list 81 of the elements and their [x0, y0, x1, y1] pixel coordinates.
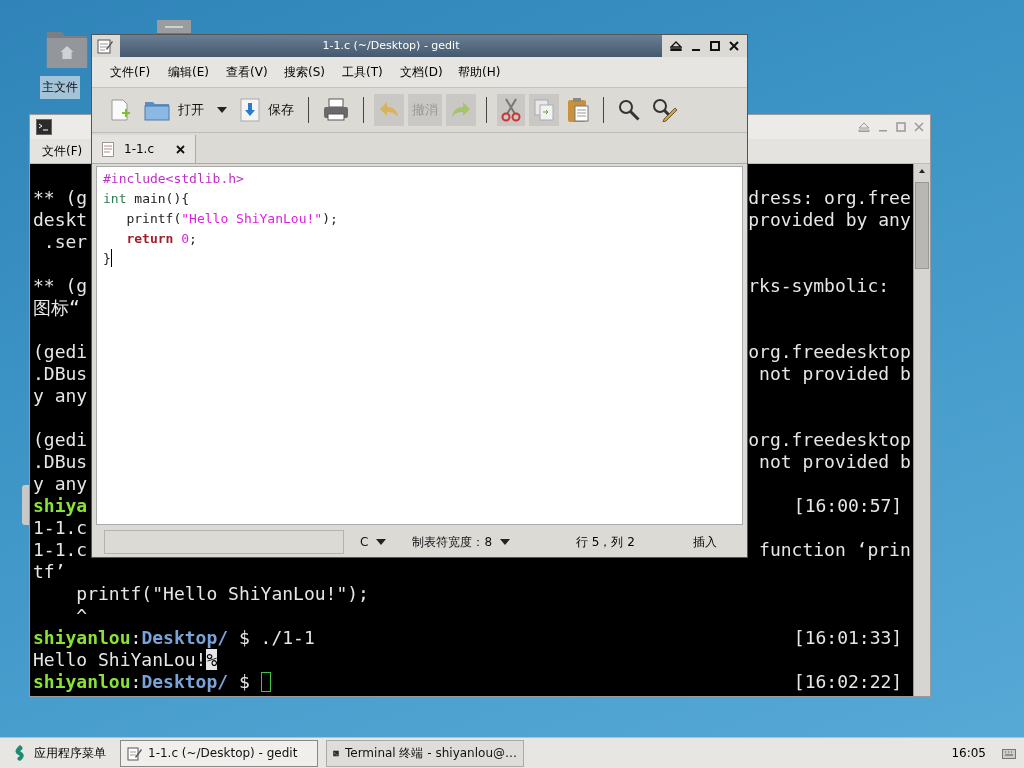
copy-icon	[533, 98, 555, 122]
terminal-text: ** (g	[33, 275, 88, 297]
timestamp: [16:00:57]	[793, 495, 903, 517]
window-title: 1-1.c (~/Desktop) - gedit	[120, 35, 662, 57]
caret-icon	[376, 539, 387, 545]
shade-icon[interactable]	[670, 41, 682, 51]
tab-width-dropdown[interactable]: 制表符宽度：8	[402, 531, 521, 553]
code-line: int main(){	[103, 190, 190, 208]
new-document-icon	[108, 98, 132, 122]
terminal-text: .DBus	[33, 451, 88, 473]
menu-item[interactable]: 文件(F)	[30, 142, 95, 160]
menu-item[interactable]: 工具(T)	[336, 63, 394, 81]
terminal-text: function ‘prin	[758, 539, 911, 561]
terminal-text: not provided b	[758, 363, 911, 385]
save-button[interactable]: 保存	[236, 94, 298, 126]
notepad-icon	[127, 745, 142, 761]
caret-icon	[500, 539, 511, 545]
terminal-text: 图标“	[33, 297, 80, 319]
terminal-icon	[36, 119, 52, 135]
menu-item[interactable]: 编辑(E)	[162, 63, 220, 81]
taskbar-button[interactable]: 1-1.c (~/Desktop) - gedit	[120, 739, 318, 767]
terminal-text: 1-1.c	[33, 517, 88, 539]
taskbar-button[interactable]: Terminal 终端 - shiyanlou@…	[326, 739, 524, 767]
terminal-text: (gedi	[33, 429, 88, 451]
terminal-text: 1-1.c	[33, 539, 88, 561]
panel-handle[interactable]	[22, 485, 29, 525]
code-line: return 0;	[125, 230, 197, 248]
terminal-text: .ser	[42, 231, 88, 253]
end-of-line-mark: %	[206, 649, 218, 670]
menu-item[interactable]: 搜索(S)	[278, 63, 336, 81]
terminal-text: y any	[33, 385, 88, 407]
timestamp: [16:02:22]	[793, 671, 903, 693]
code-line: }	[103, 249, 112, 269]
terminal-text: org.freedesktop	[748, 429, 911, 451]
shell-prompt: shiyanlou:Desktop/ $ ./1-1	[33, 627, 315, 648]
menu-item[interactable]: 查看(V)	[220, 63, 278, 81]
text-editor[interactable]: #include<stdlib.h> int main(){ printf("Hello ShiYanLou!"); return 0; }	[96, 166, 743, 525]
menu-item[interactable]: 文件(F)	[104, 63, 162, 81]
terminal-text: not provided b	[758, 451, 911, 473]
terminal-output: Hello ShiYanLou!	[33, 649, 207, 670]
open-button[interactable]: 打开	[140, 94, 208, 126]
terminal-text: deskt	[33, 209, 88, 231]
terminal-text: printf("Hello ShiYanLou!");	[75, 583, 370, 605]
keyboard-icon[interactable]	[1002, 746, 1016, 760]
terminal-text: shiya	[33, 495, 88, 517]
scrollbar-thumb[interactable]	[915, 182, 929, 269]
close-icon[interactable]	[176, 144, 185, 154]
terminal-text: (gedi	[33, 341, 88, 363]
printer-icon	[323, 98, 349, 122]
clipboard-icon	[567, 97, 589, 123]
terminal-text: ** (g	[33, 187, 88, 209]
desktop-icon-label[interactable]: 主文件	[40, 76, 80, 99]
scrollbar[interactable]	[913, 164, 930, 696]
terminal-text: y any	[33, 473, 88, 495]
clock[interactable]: 16:05	[951, 746, 986, 760]
cursor-position: 行 5，列 2	[576, 533, 635, 551]
menu-item[interactable]: 帮助(H)	[452, 63, 510, 81]
leaf-icon[interactable]	[14, 744, 26, 762]
terminal-text: provided by any	[748, 209, 911, 231]
terminal-text: dress: org.free	[748, 187, 911, 209]
maximize-icon[interactable]	[710, 41, 720, 51]
code-line: printf("Hello ShiYanLou!");	[125, 210, 338, 228]
search-icon	[618, 99, 640, 121]
timestamp: [16:01:33]	[793, 627, 903, 649]
code-line: #include<stdlib.h>	[103, 170, 244, 188]
document-tab[interactable]: 1-1.c	[92, 135, 196, 163]
terminal-text: org.freedesktop	[748, 341, 911, 363]
language-dropdown[interactable]: C	[350, 533, 397, 551]
terminal-text: .DBus	[33, 363, 88, 385]
terminal-text: tf’	[33, 561, 67, 583]
insert-mode: 插入	[692, 533, 717, 551]
terminal-text: rks-symbolic:	[748, 275, 890, 297]
folder-icon	[144, 99, 170, 121]
close-icon[interactable]	[729, 41, 739, 51]
menu-item[interactable]: 文档(D)	[394, 63, 452, 81]
applications-menu[interactable]: 应用程序菜单	[34, 744, 106, 762]
shell-prompt: shiyanlou:Desktop/ $	[33, 671, 250, 692]
terminal-text: ^	[75, 605, 89, 627]
notepad-icon	[96, 37, 114, 55]
search-pencil-icon	[652, 98, 678, 122]
scissors-icon	[501, 98, 521, 122]
